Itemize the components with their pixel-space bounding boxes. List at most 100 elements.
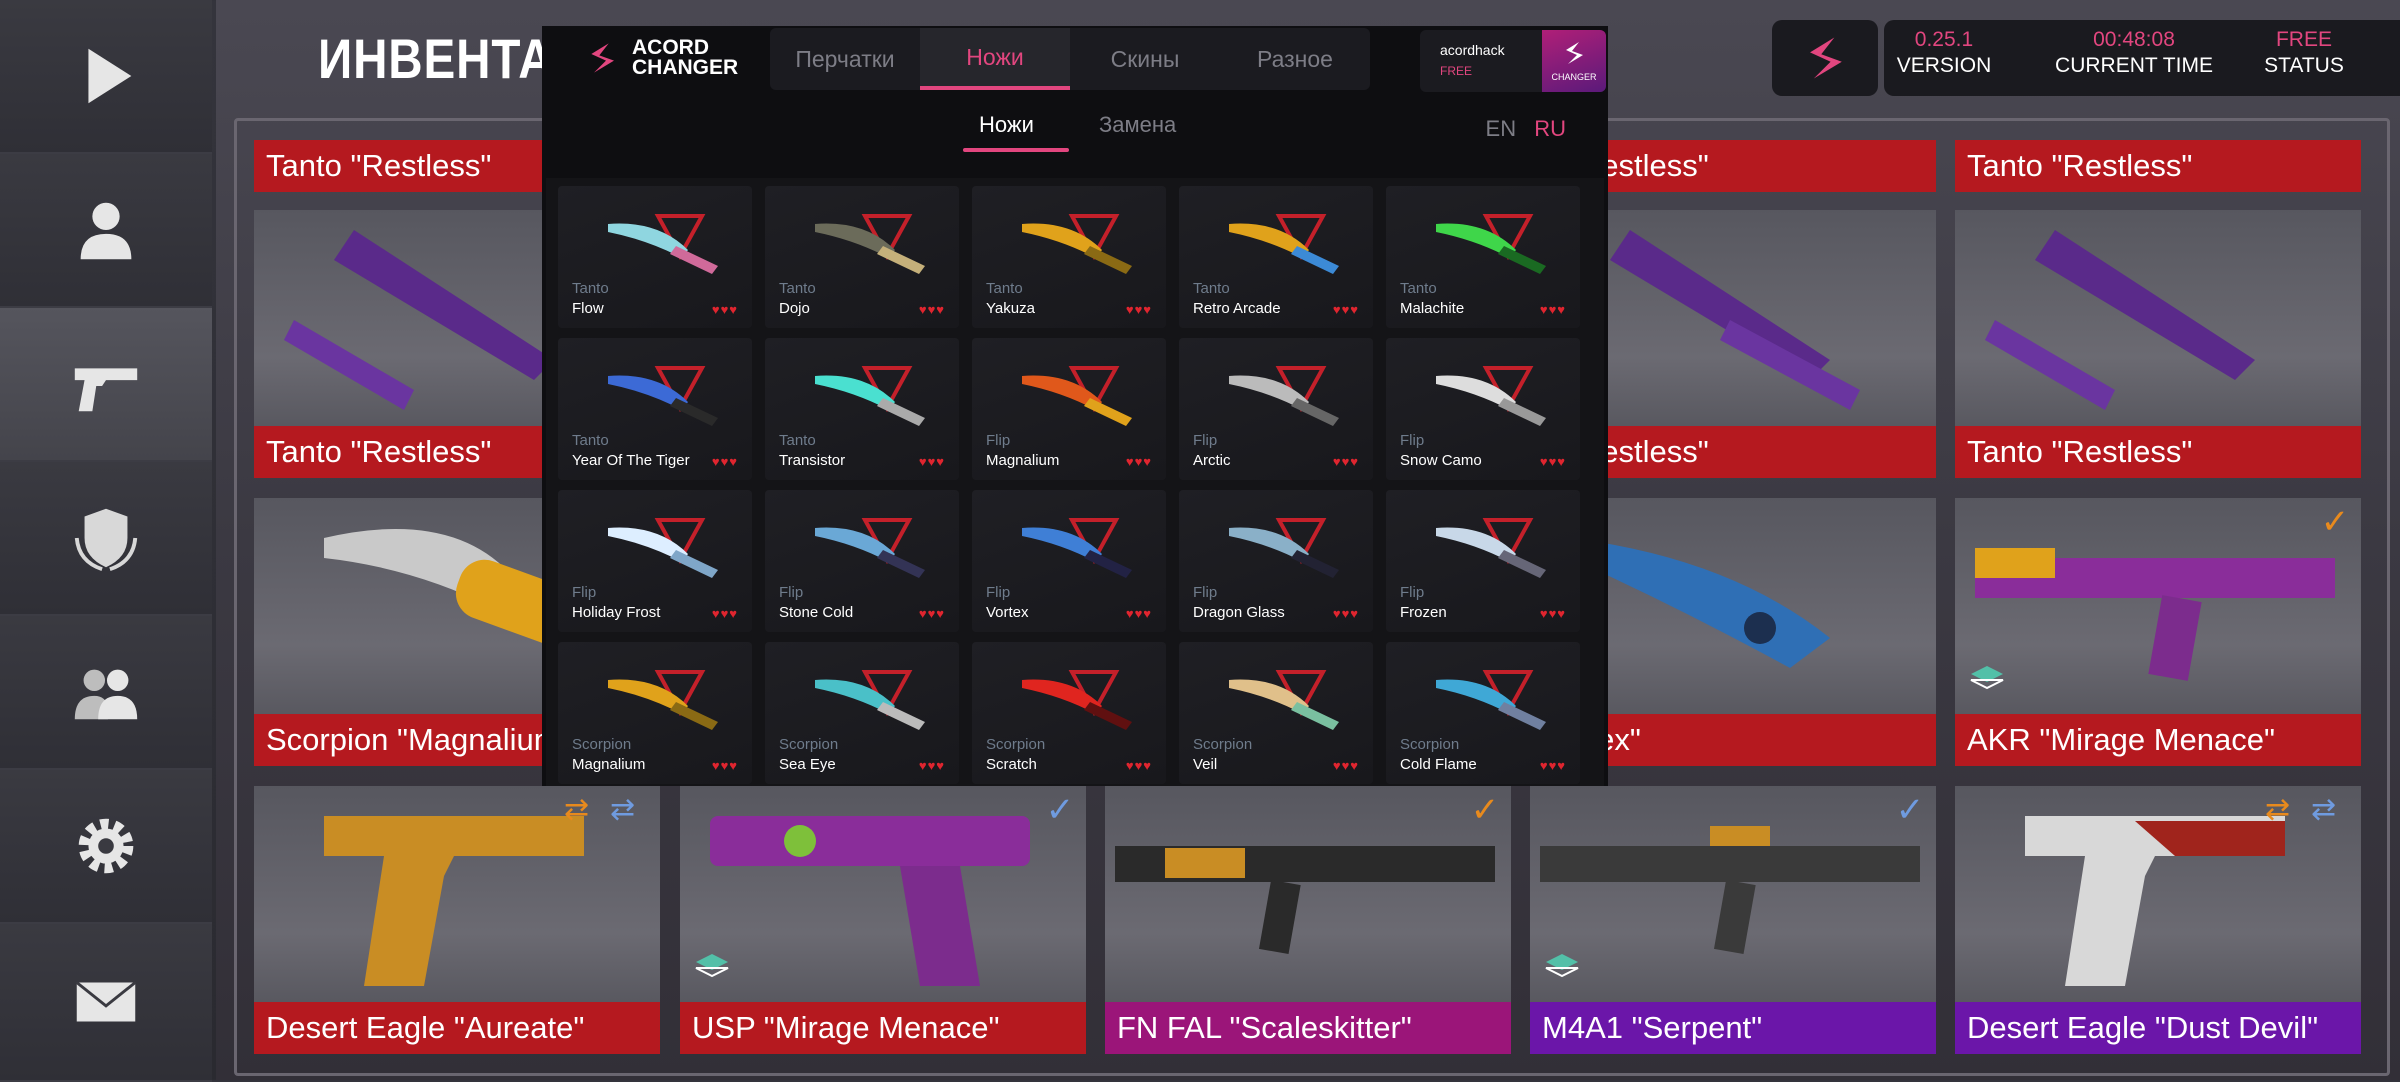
knife-item[interactable]: Flip Stone Cold ♥♥♥ xyxy=(765,490,959,632)
user-plan: FREE xyxy=(1440,64,1473,78)
knife-image xyxy=(1229,670,1339,730)
knife-item[interactable]: Tanto Yakuza ♥♥♥ xyxy=(972,186,1166,328)
inventory-card[interactable]: ✓ FN FAL "Scaleskitter" xyxy=(1105,786,1511,1054)
subtab-knives-label: Ножи xyxy=(979,112,1034,137)
knife-type: Tanto xyxy=(572,280,609,297)
shuffle-icon[interactable]: ⇄ xyxy=(564,792,589,827)
category-tabs: Перчатки Ножи Скины Разное xyxy=(770,28,1370,90)
avatar-badge: CHANGER xyxy=(1551,72,1597,82)
version-value: 0.25.1 xyxy=(1914,28,1974,51)
knife-name: Year Of The Tiger xyxy=(572,452,690,469)
sidebar-item-settings[interactable] xyxy=(0,770,212,924)
checkmark-icon[interactable]: ✓ xyxy=(1467,792,1503,828)
knife-item[interactable]: Tanto Malachite ♥♥♥ xyxy=(1386,186,1580,328)
shuffle-icon[interactable]: ⇄ xyxy=(2265,792,2290,827)
inventory-card[interactable]: Tanto "Restless" xyxy=(1955,210,2361,478)
inventory-card[interactable]: ✓ USP "Mirage Menace" xyxy=(680,786,1086,1054)
knife-item[interactable]: Flip Arctic ♥♥♥ xyxy=(1179,338,1373,480)
sidebar xyxy=(0,0,212,1082)
rating-hearts: ♥♥♥ xyxy=(711,302,738,317)
knife-type: Scorpion xyxy=(1400,736,1460,753)
inventory-card[interactable]: ✓ AKR "Mirage Menace" xyxy=(1955,498,2361,766)
inventory-card[interactable]: ⇄ ⇄ Desert Eagle "Aureate" xyxy=(254,786,660,1054)
knife-item[interactable]: Flip Vortex ♥♥♥ xyxy=(972,490,1166,632)
knife-name: Vortex xyxy=(986,604,1029,621)
knife-type: Tanto xyxy=(779,432,816,449)
knife-image xyxy=(1229,366,1339,426)
knife-item[interactable]: Tanto Transistor ♥♥♥ xyxy=(765,338,959,480)
sidebar-item-mail[interactable] xyxy=(0,924,212,1082)
acord-logo-icon xyxy=(591,43,614,73)
logo-text-line2: CHANGER xyxy=(632,56,739,79)
knife-name: Yakuza xyxy=(986,300,1035,317)
knife-type: Scorpion xyxy=(779,736,839,753)
sidebar-item-rank[interactable] xyxy=(0,462,212,616)
checkmark-icon[interactable]: ✓ xyxy=(2317,504,2353,540)
knife-item[interactable]: Flip Magnalium ♥♥♥ xyxy=(972,338,1166,480)
card-label: AKR "Mirage Menace" xyxy=(1955,714,2361,766)
knife-item[interactable]: Scorpion Cold Flame ♥♥♥ xyxy=(1386,642,1580,784)
top-strip-label[interactable]: Tanto "Restless" xyxy=(1955,140,2361,192)
tab-knives[interactable]: Ножи xyxy=(920,28,1070,90)
knife-item[interactable]: Scorpion Veil ♥♥♥ xyxy=(1179,642,1373,784)
card-label: USP "Mirage Menace" xyxy=(680,1002,1086,1054)
acord-changer-logo: ACORD CHANGER xyxy=(582,37,739,79)
knife-type: Flip xyxy=(779,584,804,601)
sidebar-item-play[interactable] xyxy=(0,0,212,154)
rating-hearts: ♥♥♥ xyxy=(1332,302,1359,317)
knife-item[interactable]: Scorpion Scratch ♥♥♥ xyxy=(972,642,1166,784)
profile-icon xyxy=(80,202,132,260)
stack-icon xyxy=(692,948,732,988)
pistol-icon xyxy=(74,368,138,412)
knife-item[interactable]: Tanto Retro Arcade ♥♥♥ xyxy=(1179,186,1373,328)
knife-type: Tanto xyxy=(986,280,1023,297)
pistol-image xyxy=(2025,816,2285,986)
user-panel[interactable]: acordhack FREE CHANGER xyxy=(1420,30,1606,92)
knife-image xyxy=(608,214,718,274)
shuffle-icon[interactable]: ⇄ xyxy=(610,792,635,827)
tab-gloves[interactable]: Перчатки xyxy=(770,28,920,90)
tab-misc[interactable]: Разное xyxy=(1220,28,1370,90)
knife-image xyxy=(1022,214,1132,274)
knife-item[interactable]: Flip Snow Camo ♥♥♥ xyxy=(1386,338,1580,480)
inventory-card[interactable]: ⇄ ⇄ Desert Eagle "Dust Devil" xyxy=(1955,786,2361,1054)
knife-item[interactable]: Flip Dragon Glass ♥♥♥ xyxy=(1179,490,1373,632)
knife-item[interactable]: Flip Holiday Frost ♥♥♥ xyxy=(558,490,752,632)
knife-image xyxy=(1022,366,1132,426)
gear-icon xyxy=(78,818,134,874)
knife-image xyxy=(1436,366,1546,426)
app-logo-button[interactable] xyxy=(1772,20,1878,96)
shuffle-icon[interactable]: ⇄ xyxy=(2311,792,2336,827)
inventory-card[interactable]: ✓ M4A1 "Serpent" xyxy=(1530,786,1936,1054)
knife-name: Dojo xyxy=(779,300,810,317)
knife-type: Flip xyxy=(572,584,597,601)
checkmark-icon[interactable]: ✓ xyxy=(1892,792,1928,828)
knife-item[interactable]: Flip Frozen ♥♥♥ xyxy=(1386,490,1580,632)
knife-item[interactable]: Scorpion Sea Eye ♥♥♥ xyxy=(765,642,959,784)
rating-hearts: ♥♥♥ xyxy=(711,606,738,621)
checkmark-icon[interactable]: ✓ xyxy=(1042,792,1078,828)
card-label: Tanto "Restless" xyxy=(1955,426,2361,478)
friends-icon xyxy=(74,669,138,720)
sidebar-item-friends[interactable] xyxy=(0,616,212,770)
knife-image xyxy=(1436,518,1546,578)
rifle-image xyxy=(1115,846,1495,955)
knife-item[interactable]: Scorpion Magnalium ♥♥♥ xyxy=(558,642,752,784)
card-label: Desert Eagle "Aureate" xyxy=(254,1002,660,1054)
subtab-knives[interactable]: Ножи xyxy=(963,112,1069,152)
sidebar-item-inventory[interactable] xyxy=(0,308,212,462)
lang-en-button[interactable]: EN xyxy=(1486,116,1517,141)
rating-hearts: ♥♥♥ xyxy=(1539,758,1566,773)
rating-hearts: ♥♥♥ xyxy=(1539,454,1566,469)
version-label: VERSION xyxy=(1896,54,1992,77)
lang-ru-button[interactable]: RU xyxy=(1534,116,1566,141)
knife-item[interactable]: Tanto Dojo ♥♥♥ xyxy=(765,186,959,328)
knife-item[interactable]: Tanto Year Of The Tiger ♥♥♥ xyxy=(558,338,752,480)
knife-item[interactable]: Tanto Flow ♥♥♥ xyxy=(558,186,752,328)
rating-hearts: ♥♥♥ xyxy=(711,454,738,469)
mail-icon xyxy=(75,981,137,1022)
sidebar-item-profile[interactable] xyxy=(0,154,212,308)
tab-skins[interactable]: Скины xyxy=(1070,28,1220,90)
knife-image xyxy=(815,366,925,426)
subtab-replace[interactable]: Замена xyxy=(1099,112,1176,138)
